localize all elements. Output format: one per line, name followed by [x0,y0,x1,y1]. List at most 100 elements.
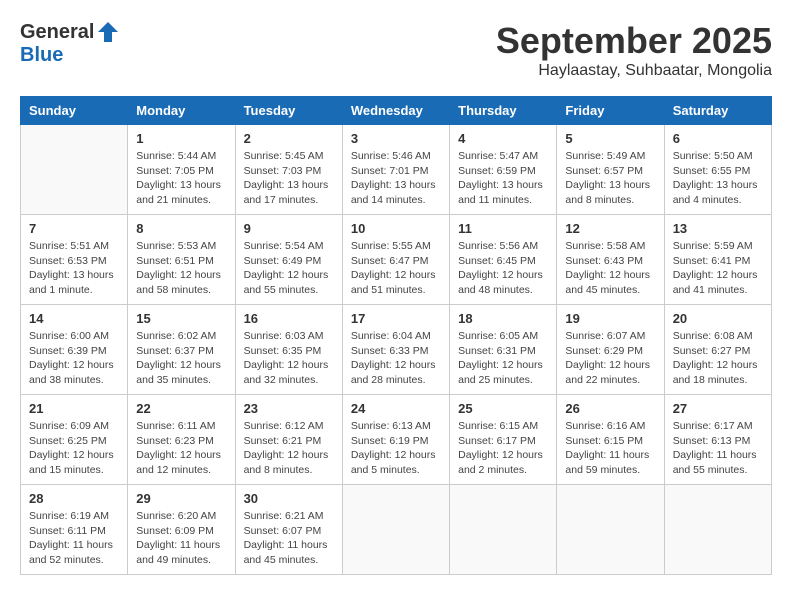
day-info: Sunrise: 6:00 AM Sunset: 6:39 PM Dayligh… [29,329,119,388]
day-info: Sunrise: 6:03 AM Sunset: 6:35 PM Dayligh… [244,329,334,388]
day-number: 25 [458,401,548,416]
day-number: 14 [29,311,119,326]
day-info: Sunrise: 5:50 AM Sunset: 6:55 PM Dayligh… [673,149,763,208]
day-info: Sunrise: 5:49 AM Sunset: 6:57 PM Dayligh… [565,149,655,208]
day-info: Sunrise: 5:51 AM Sunset: 6:53 PM Dayligh… [29,239,119,298]
weekday-header-friday: Friday [557,97,664,125]
logo: General Blue [20,20,120,67]
calendar-cell: 1Sunrise: 5:44 AM Sunset: 7:05 PM Daylig… [128,125,235,215]
calendar-cell: 27 Sunrise: 6:17 AM Sunset: 6:13 PM Dayli… [664,395,771,485]
day-info: Sunrise: 5:54 AM Sunset: 6:49 PM Dayligh… [244,239,334,298]
day-number: 23 [244,401,334,416]
day-number: 20 [673,311,763,326]
day-number: 5 [565,131,655,146]
day-number: 29 [136,491,226,506]
day-number: 15 [136,311,226,326]
week-row-4: 21Sunrise: 6:09 AM Sunset: 6:25 PM Dayli… [21,395,772,485]
day-number: 24 [351,401,441,416]
week-row-3: 14 Sunrise: 6:00 AM Sunset: 6:39 PM Dayli… [21,305,772,395]
calendar-cell [664,485,771,575]
day-number: 8 [136,221,226,236]
calendar-cell [450,485,557,575]
day-number: 7 [29,221,119,236]
day-info: Sunrise: 6:04 AM Sunset: 6:33 PM Dayligh… [351,329,441,388]
week-row-2: 7 Sunrise: 5:51 AM Sunset: 6:53 PM Daylig… [21,215,772,305]
day-info: Sunrise: 5:58 AM Sunset: 6:43 PM Dayligh… [565,239,655,298]
day-info: Sunrise: 6:08 AM Sunset: 6:27 PM Dayligh… [673,329,763,388]
calendar-cell: 22 Sunrise: 6:11 AM Sunset: 6:23 PM Dayli… [128,395,235,485]
weekday-header-sunday: Sunday [21,97,128,125]
calendar-cell [342,485,449,575]
day-number: 26 [565,401,655,416]
day-info: Sunrise: 6:21 AM Sunset: 6:07 PM Dayligh… [244,509,334,568]
day-info: Sunrise: 5:46 AM Sunset: 7:01 PM Dayligh… [351,149,441,208]
day-number: 30 [244,491,334,506]
calendar-cell: 9 Sunrise: 5:54 AM Sunset: 6:49 PM Daylig… [235,215,342,305]
calendar-cell: 4Sunrise: 5:47 AM Sunset: 6:59 PM Daylig… [450,125,557,215]
day-info: Sunrise: 5:44 AM Sunset: 7:05 PM Dayligh… [136,149,226,208]
day-info: Sunrise: 6:19 AM Sunset: 6:11 PM Dayligh… [29,509,119,568]
day-info: Sunrise: 6:07 AM Sunset: 6:29 PM Dayligh… [565,329,655,388]
calendar-cell: 17 Sunrise: 6:04 AM Sunset: 6:33 PM Dayli… [342,305,449,395]
calendar-cell: 25Sunrise: 6:15 AM Sunset: 6:17 PM Dayli… [450,395,557,485]
logo-blue-text: Blue [20,44,63,67]
calendar-table: SundayMondayTuesdayWednesdayThursdayFrid… [20,96,772,575]
calendar-cell: 3Sunrise: 5:46 AM Sunset: 7:01 PM Daylig… [342,125,449,215]
day-info: Sunrise: 5:53 AM Sunset: 6:51 PM Dayligh… [136,239,226,298]
day-number: 17 [351,311,441,326]
weekday-header-monday: Monday [128,97,235,125]
weekday-header-row: SundayMondayTuesdayWednesdayThursdayFrid… [21,97,772,125]
day-number: 10 [351,221,441,236]
calendar-cell: 7 Sunrise: 5:51 AM Sunset: 6:53 PM Daylig… [21,215,128,305]
day-number: 16 [244,311,334,326]
day-info: Sunrise: 5:56 AM Sunset: 6:45 PM Dayligh… [458,239,548,298]
day-number: 18 [458,311,548,326]
calendar-cell: 2 Sunrise: 5:45 AM Sunset: 7:03 PM Daylig… [235,125,342,215]
calendar-cell: 29 Sunrise: 6:20 AM Sunset: 6:09 PM Dayli… [128,485,235,575]
calendar-cell: 26 Sunrise: 6:16 AM Sunset: 6:15 PM Dayli… [557,395,664,485]
calendar-cell: 10 Sunrise: 5:55 AM Sunset: 6:47 PM Dayli… [342,215,449,305]
day-number: 2 [244,131,334,146]
calendar-cell: 20 Sunrise: 6:08 AM Sunset: 6:27 PM Dayli… [664,305,771,395]
day-info: Sunrise: 6:09 AM Sunset: 6:25 PM Dayligh… [29,419,119,478]
calendar-cell: 6 Sunrise: 5:50 AM Sunset: 6:55 PM Daylig… [664,125,771,215]
day-info: Sunrise: 5:45 AM Sunset: 7:03 PM Dayligh… [244,149,334,208]
day-number: 19 [565,311,655,326]
calendar-cell: 8 Sunrise: 5:53 AM Sunset: 6:51 PM Daylig… [128,215,235,305]
day-info: Sunrise: 6:16 AM Sunset: 6:15 PM Dayligh… [565,419,655,478]
day-info: Sunrise: 6:20 AM Sunset: 6:09 PM Dayligh… [136,509,226,568]
calendar-cell: 19 Sunrise: 6:07 AM Sunset: 6:29 PM Dayli… [557,305,664,395]
month-title: September 2025 [496,20,772,62]
day-number: 4 [458,131,548,146]
day-number: 9 [244,221,334,236]
day-info: Sunrise: 6:17 AM Sunset: 6:13 PM Dayligh… [673,419,763,478]
day-info: Sunrise: 6:11 AM Sunset: 6:23 PM Dayligh… [136,419,226,478]
calendar-cell: 28 Sunrise: 6:19 AM Sunset: 6:11 PM Dayli… [21,485,128,575]
logo-general-text: General [20,21,94,44]
calendar-cell: 11Sunrise: 5:56 AM Sunset: 6:45 PM Dayli… [450,215,557,305]
calendar-cell: 15 Sunrise: 6:02 AM Sunset: 6:37 PM Dayli… [128,305,235,395]
calendar-cell: 21Sunrise: 6:09 AM Sunset: 6:25 PM Dayli… [21,395,128,485]
calendar-cell: 23 Sunrise: 6:12 AM Sunset: 6:21 PM Dayli… [235,395,342,485]
day-info: Sunrise: 5:55 AM Sunset: 6:47 PM Dayligh… [351,239,441,298]
day-number: 22 [136,401,226,416]
calendar-cell: 13Sunrise: 5:59 AM Sunset: 6:41 PM Dayli… [664,215,771,305]
calendar-cell: 24 Sunrise: 6:13 AM Sunset: 6:19 PM Dayli… [342,395,449,485]
day-number: 28 [29,491,119,506]
day-number: 27 [673,401,763,416]
week-row-1: 1Sunrise: 5:44 AM Sunset: 7:05 PM Daylig… [21,125,772,215]
weekday-header-tuesday: Tuesday [235,97,342,125]
day-info: Sunrise: 6:13 AM Sunset: 6:19 PM Dayligh… [351,419,441,478]
day-info: Sunrise: 6:12 AM Sunset: 6:21 PM Dayligh… [244,419,334,478]
page-header: General Blue September 2025 Haylaastay, … [20,20,772,80]
calendar-cell [557,485,664,575]
calendar-cell: 18 Sunrise: 6:05 AM Sunset: 6:31 PM Dayli… [450,305,557,395]
day-info: Sunrise: 5:59 AM Sunset: 6:41 PM Dayligh… [673,239,763,298]
day-number: 6 [673,131,763,146]
calendar-cell: 14 Sunrise: 6:00 AM Sunset: 6:39 PM Dayli… [21,305,128,395]
day-info: Sunrise: 6:02 AM Sunset: 6:37 PM Dayligh… [136,329,226,388]
title-block: September 2025 Haylaastay, Suhbaatar, Mo… [496,20,772,80]
calendar-cell: 30 Sunrise: 6:21 AM Sunset: 6:07 PM Dayli… [235,485,342,575]
day-info: Sunrise: 6:05 AM Sunset: 6:31 PM Dayligh… [458,329,548,388]
day-number: 12 [565,221,655,236]
